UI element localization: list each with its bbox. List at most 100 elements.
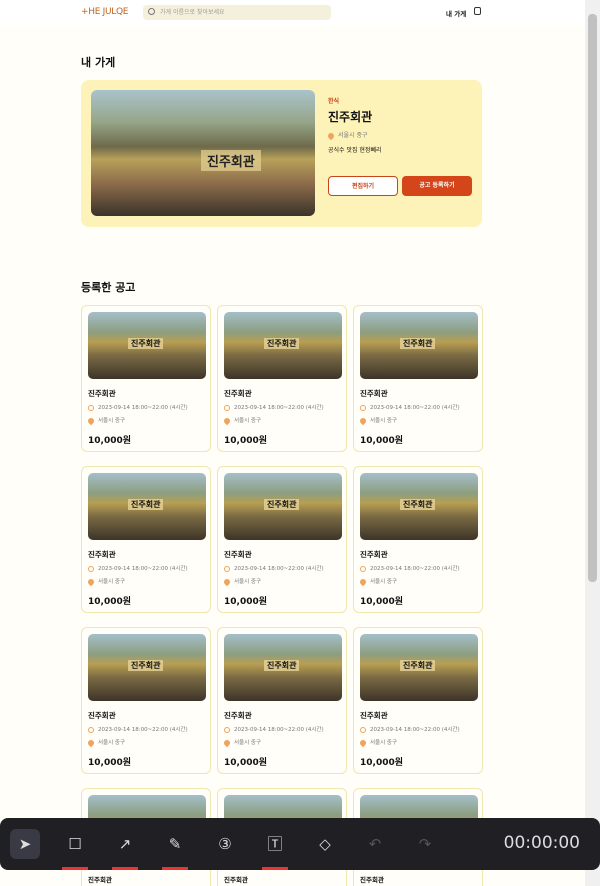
location-icon <box>222 738 232 747</box>
annotation-toolbar: ➤ ☐ ↗ ✎ ③ 🅃 ◇ ↶ ↷ 00:00:00 <box>0 818 600 870</box>
notice-card[interactable]: 진주회관 진주회관 2023-09-14 18:00~22:00 (4시간) 서울… <box>353 305 483 452</box>
notice-image: 진주회관 <box>88 473 206 540</box>
address-text: 서울시 중구 <box>98 740 126 746</box>
notification-icon[interactable] <box>474 7 481 15</box>
search-input[interactable]: 가게 이름으로 찾아보세요 <box>143 5 331 20</box>
location-icon <box>358 738 368 747</box>
card-address: 서울시 중구 <box>222 738 261 747</box>
address-text: 서울시 중구 <box>338 132 368 139</box>
redo-icon[interactable]: ↷ <box>410 829 440 859</box>
address-text: 서울시 중구 <box>234 418 262 424</box>
card-price: 10,000원 <box>360 436 404 446</box>
select-tool-icon[interactable]: ➤ <box>10 829 40 859</box>
notice-card[interactable]: 진주회관 진주회관 2023-09-14 18:00~22:00 (4시간) 서울… <box>217 466 347 613</box>
location-icon <box>86 738 96 747</box>
card-title: 진주회관 <box>224 389 252 398</box>
card-title: 진주회관 <box>88 550 116 559</box>
eraser-tool-icon[interactable]: ◇ <box>310 829 340 859</box>
notice-image: 진주회관 <box>360 312 478 379</box>
notice-card[interactable]: 진주회관 진주회관 2023-09-14 18:00~22:00 (4시간) 서울… <box>81 466 211 613</box>
notice-image: 진주회관 <box>88 312 206 379</box>
store-sign: 진주회관 <box>264 338 300 349</box>
notice-card[interactable]: 진주회관 진주회관 2023-09-14 18:00~22:00 (4시간) 서울… <box>353 466 483 613</box>
search-icon <box>148 8 155 15</box>
clock-icon <box>360 726 366 733</box>
scrollbar-thumb[interactable] <box>588 14 597 582</box>
address-text: 서울시 중구 <box>370 418 398 424</box>
undo-icon[interactable]: ↶ <box>360 829 390 859</box>
rectangle-tool-icon[interactable]: ☐ <box>60 829 90 870</box>
notice-card[interactable]: 진주회관 진주회관 2023-09-14 18:00~22:00 (4시간) 서울… <box>217 627 347 774</box>
card-address: 서울시 중구 <box>86 416 126 425</box>
card-title: 진주회관 <box>88 876 112 884</box>
text-tool-icon[interactable]: 🅃 <box>260 829 290 870</box>
card-datetime: 2023-09-14 18:00~22:00 (4시간) <box>88 403 188 411</box>
notice-card[interactable]: 진주회관 진주회관 2023-09-14 18:00~22:00 (4시간) 서울… <box>353 627 483 774</box>
pencil-tool-icon[interactable]: ✎ <box>160 829 190 870</box>
card-price: 10,000원 <box>224 436 268 446</box>
my-store-heading: 내 가게 <box>81 56 116 69</box>
card-datetime: 2023-09-14 18:00~22:00 (4시간) <box>360 403 460 411</box>
card-price: 10,000원 <box>224 597 268 607</box>
clock-icon <box>88 404 94 411</box>
clock-icon <box>224 565 230 572</box>
card-price: 10,000원 <box>360 758 404 768</box>
register-notice-button[interactable]: 공고 등록하기 <box>402 176 472 196</box>
clock-icon <box>224 404 230 411</box>
notice-image: 진주회관 <box>88 634 206 701</box>
card-price: 10,000원 <box>224 758 268 768</box>
notice-card[interactable]: 진주회관 진주회관 2023-09-14 18:00~22:00 (4시간) 서울… <box>81 627 211 774</box>
location-icon <box>326 131 336 140</box>
datetime-text: 2023-09-14 18:00~22:00 (4시간) <box>98 405 188 411</box>
card-address: 서울시 중구 <box>86 577 125 586</box>
card-datetime: 2023-09-14 18:00~22:00 (4시간) <box>360 564 460 572</box>
card-datetime: 2023-09-14 18:00~22:00 (4시간) <box>88 564 188 572</box>
recording-timer: 00:00:00 <box>503 833 580 853</box>
datetime-text: 2023-09-14 18:00~22:00 (4시간) <box>234 566 324 572</box>
card-address: 서울시 중구 <box>86 738 126 747</box>
edit-button[interactable]: 편집하기 <box>328 176 398 196</box>
card-price: 10,000원 <box>360 597 404 607</box>
address-text: 서울시 중구 <box>98 418 126 424</box>
card-datetime: 2023-09-14 18:00~22:00 (4시간) <box>224 564 324 572</box>
card-title: 진주회관 <box>360 550 388 559</box>
clock-icon <box>360 404 366 411</box>
notice-image: 진주회관 <box>224 312 342 379</box>
datetime-text: 2023-09-14 18:00~22:00 (4시간) <box>98 566 188 572</box>
nav-my-store-link[interactable]: 내 가게 <box>446 8 466 18</box>
card-address: 서울시 중구 <box>358 577 398 586</box>
store-sign: 진주회관 <box>128 338 164 349</box>
datetime-text: 2023-09-14 18:00~22:00 (4시간) <box>234 405 324 411</box>
datetime-text: 2023-09-14 18:00~22:00 (4시간) <box>234 727 324 733</box>
store-image: 진주회관 <box>91 90 315 216</box>
card-title: 진주회관 <box>360 876 384 884</box>
card-title: 진주회관 <box>224 876 248 884</box>
datetime-text: 2023-09-14 18:00~22:00 (4시간) <box>370 727 460 733</box>
card-title: 진주회관 <box>88 389 116 398</box>
notices-heading: 등록한 공고 <box>81 281 136 294</box>
store-sign: 진주회관 <box>128 499 164 510</box>
location-icon <box>86 577 96 586</box>
datetime-text: 2023-09-14 18:00~22:00 (4시간) <box>370 566 460 572</box>
notice-image: 진주회관 <box>224 473 342 540</box>
navbar: +HE JULQE 가게 이름으로 찾아보세요 내 가게 <box>0 0 585 26</box>
card-title: 진주회관 <box>360 389 388 398</box>
logo[interactable]: +HE JULQE <box>81 7 128 17</box>
card-address: 서울시 중구 <box>358 738 397 747</box>
store-sign: 진주회관 <box>264 660 300 671</box>
card-price: 10,000원 <box>88 436 132 446</box>
notice-card[interactable]: 진주회관 진주회관 2023-09-14 18:00~22:00 (4시간) 서울… <box>217 305 347 452</box>
step-counter-tool-icon[interactable]: ③ <box>210 829 240 859</box>
arrow-tool-icon[interactable]: ↗ <box>110 829 140 870</box>
notice-card[interactable]: 진주회관 진주회관 2023-09-14 18:00~22:00 (4시간) 서울… <box>81 305 211 452</box>
clock-icon <box>88 565 94 572</box>
scrollbar[interactable] <box>585 0 600 886</box>
address-text: 서울시 중구 <box>370 579 398 585</box>
card-datetime: 2023-09-14 18:00~22:00 (4시간) <box>360 725 460 733</box>
card-datetime: 2023-09-14 18:00~22:00 (4시간) <box>224 403 324 411</box>
address-text: 서울시 중구 <box>234 579 262 585</box>
card-title: 진주회관 <box>224 550 252 559</box>
page: +HE JULQE 가게 이름으로 찾아보세요 내 가게 내 가게 진주회관 한… <box>0 0 585 886</box>
location-icon <box>222 416 232 425</box>
store-address: 서울시 중구 <box>326 130 368 140</box>
